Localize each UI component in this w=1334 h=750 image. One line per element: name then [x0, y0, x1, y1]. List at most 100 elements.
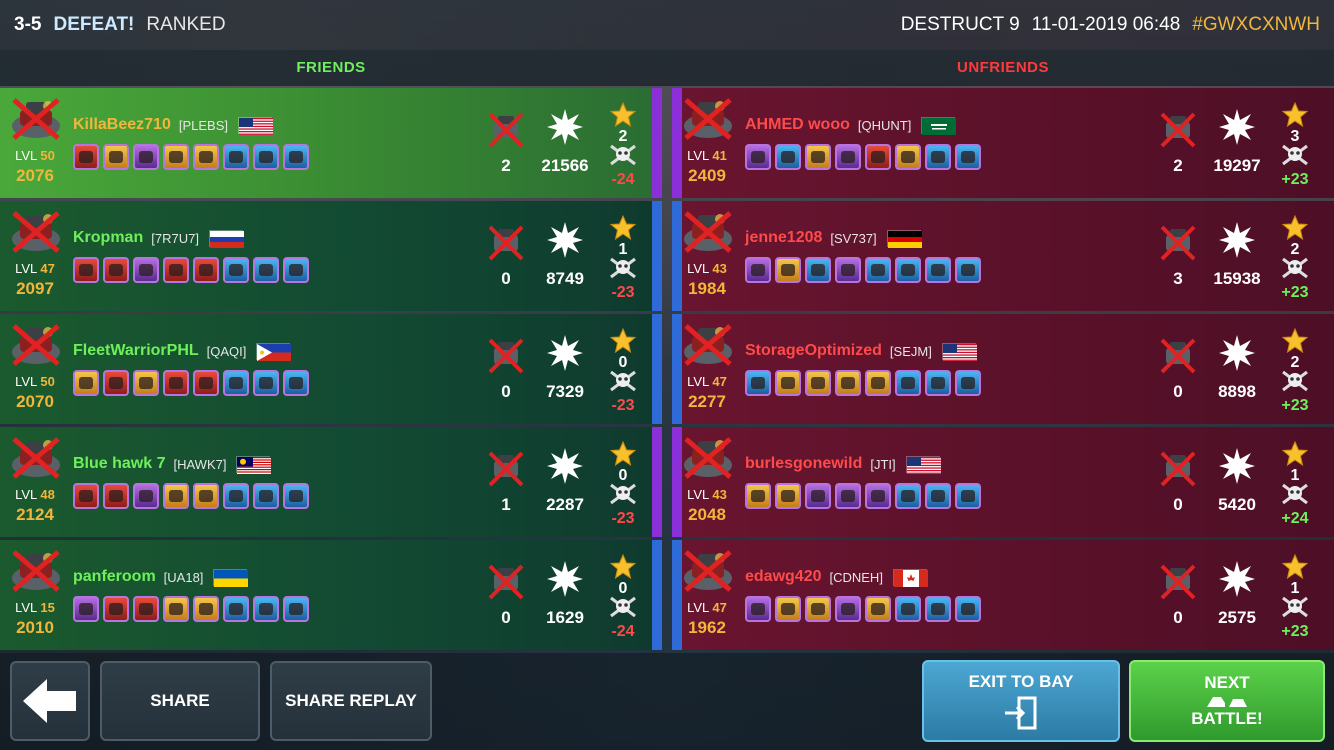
kills-count: 3 [1173, 269, 1183, 288]
player-rating: 2409 [688, 166, 726, 185]
weapon-slot-icon [193, 144, 219, 170]
weapon-slot-icon [133, 257, 159, 283]
kills-count: 0 [1173, 608, 1183, 627]
rating-delta: +23 [1281, 171, 1309, 188]
player-level: LVL 50 [15, 148, 55, 163]
weapon-slot-icon [103, 483, 129, 509]
friend-player-row[interactable]: LVL 50 2076 KillaBeez710 [PLEBS] 2 21566 2 -24 [0, 88, 662, 198]
weapon-slot-icon [955, 370, 981, 396]
robot-avatar-icon [8, 322, 64, 368]
kills-count: 2 [1173, 156, 1183, 175]
unfriend-player-row[interactable]: LVL 43 1984 jenne1208 [SV737] 3 15938 2 +23 [672, 201, 1334, 311]
flag-my-icon [236, 455, 272, 474]
weapon-slot-icon [163, 596, 189, 622]
player-name[interactable]: Blue hawk 7 [HAWK7] [73, 455, 272, 474]
weapon-slot-icon [955, 144, 981, 170]
skull-icon [1281, 257, 1309, 279]
player-level: LVL 48 [15, 487, 55, 502]
damage-icon [1218, 560, 1256, 598]
weapon-slot-icon [865, 483, 891, 509]
next-battle-label-2: BATTLE! [1191, 709, 1263, 728]
exit-to-bay-button[interactable]: EXIT TO BAY [922, 660, 1120, 742]
weapon-loadout [73, 370, 309, 396]
player-name[interactable]: edawg420 [CDNEH] [745, 568, 928, 587]
weapon-slot-icon [163, 144, 189, 170]
unfriend-player-row[interactable]: LVL 43 2048 burlesgonewild [JTI] 0 5420 1 +24 [672, 427, 1334, 537]
player-clan: [7R7U7] [151, 230, 199, 246]
arrow-left-icon [23, 679, 76, 723]
damage-icon [1218, 221, 1256, 259]
friend-player-row[interactable]: LVL 47 2097 Kropman [7R7U7] 0 8749 1 -23 [0, 201, 662, 311]
player-rating: 2010 [16, 618, 54, 637]
weapon-slot-icon [955, 596, 981, 622]
weapon-slot-icon [73, 483, 99, 509]
weapon-slot-icon [253, 596, 279, 622]
skull-icon [609, 257, 637, 279]
weapon-loadout [745, 144, 981, 170]
friend-player-row[interactable]: LVL 48 2124 Blue hawk 7 [HAWK7] 1 2287 0 -23 [0, 427, 662, 537]
share-button[interactable]: SHARE [100, 661, 260, 741]
weapon-slot-icon [925, 596, 951, 622]
skull-icon [609, 144, 637, 166]
weapon-slot-icon [283, 144, 309, 170]
damage-value: 21566 [541, 156, 589, 175]
battle-code[interactable]: #GWXCXNWH [1192, 14, 1320, 36]
weapon-slot-icon [805, 596, 831, 622]
rating-delta: -23 [611, 397, 635, 414]
weapon-slot-icon [865, 257, 891, 283]
rating-delta: -24 [611, 171, 635, 188]
player-name[interactable]: jenne1208 [SV737] [745, 229, 922, 248]
player-name[interactable]: KillaBeez710 [PLEBS] [73, 116, 273, 135]
unfriend-player-row[interactable]: LVL 47 1962 edawg420 [CDNEH] 0 2575 1 +23 [672, 540, 1334, 650]
player-name[interactable]: burlesgonewild [JTI] [745, 455, 941, 474]
unfriend-player-row[interactable]: LVL 47 2277 StorageOptimized [SEJM] 0 8898 2 +2… [672, 314, 1334, 424]
flag-us-icon [941, 342, 977, 361]
player-clan: [JTI] [870, 456, 896, 472]
weapon-slot-icon [253, 257, 279, 283]
player-name[interactable]: FleetWarriorPHL [QAQI] [73, 342, 292, 361]
weapon-slot-icon [283, 370, 309, 396]
player-level: LVL 15 [15, 600, 55, 615]
flag-us-icon [237, 116, 273, 135]
player-clan: [SEJM] [889, 343, 932, 359]
player-clan: [QAQI] [206, 343, 247, 359]
player-clan: [QHUNT] [857, 117, 912, 133]
weapon-slot-icon [955, 483, 981, 509]
destroyed-robot-icon [488, 225, 524, 261]
damage-icon [546, 108, 584, 146]
player-name[interactable]: AHMED wooo [QHUNT] [745, 116, 957, 135]
row-side-bar [652, 427, 662, 537]
weapon-slot-icon [73, 257, 99, 283]
player-rating: 2124 [16, 505, 54, 524]
match-datetime: 11-01-2019 06:48 [1031, 14, 1181, 35]
share-replay-button[interactable]: SHARE REPLAY [270, 661, 432, 741]
player-name[interactable]: StorageOptimized [SEJM] [745, 342, 977, 361]
weapon-slot-icon [223, 257, 249, 283]
weapon-slot-icon [745, 370, 771, 396]
star-icon [609, 214, 637, 241]
next-battle-button[interactable]: NEXT BATTLE! [1129, 660, 1325, 742]
weapon-slot-icon [253, 144, 279, 170]
share-button-label: SHARE [150, 691, 210, 710]
robot-avatar-icon [680, 548, 736, 594]
weapon-slot-icon [745, 257, 771, 283]
unfriend-player-row[interactable]: LVL 41 2409 AHMED wooo [QHUNT] 2 19297 3 +23 [672, 88, 1334, 198]
player-name[interactable]: Kropman [7R7U7] [73, 229, 244, 248]
player-rating: 1962 [688, 618, 726, 637]
friend-player-row[interactable]: LVL 50 2070 FleetWarriorPHL [QAQI] 0 7329 0 -23 [0, 314, 662, 424]
star-icon [1281, 214, 1309, 241]
weapon-slot-icon [103, 370, 129, 396]
weapon-loadout [745, 257, 981, 283]
weapon-slot-icon [103, 596, 129, 622]
damage-icon [546, 560, 584, 598]
star-icon [1281, 101, 1309, 128]
player-clan: [PLEBS] [178, 117, 228, 133]
damage-value: 1629 [546, 608, 584, 627]
player-name[interactable]: panferoom [UA18] [73, 568, 249, 587]
friend-player-row[interactable]: LVL 15 2010 panferoom [UA18] 0 1629 0 -24 [0, 540, 662, 650]
door-exit-icon [1005, 696, 1037, 730]
weapon-loadout [745, 483, 981, 509]
rating-delta: +23 [1281, 397, 1309, 414]
damage-icon [1218, 334, 1256, 372]
back-button[interactable] [10, 661, 90, 741]
